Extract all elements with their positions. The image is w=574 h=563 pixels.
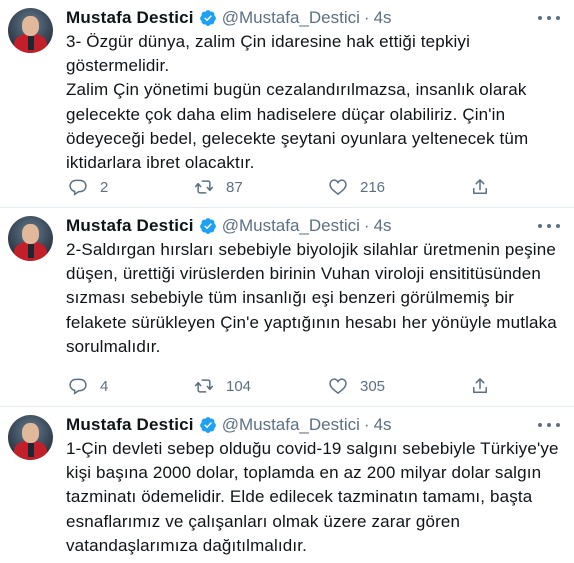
author-name[interactable]: Mustafa Destici (66, 415, 194, 435)
tweet-text: 2-Saldırgan hırsları sebebiyle biyolojik… (66, 238, 566, 359)
tweet-text: 3- Özgür dünya, zalim Çin idaresine hak … (66, 30, 566, 175)
reply-count: 2 (100, 178, 109, 196)
retweet-button[interactable]: 87 (194, 175, 243, 199)
avatar[interactable] (8, 8, 53, 53)
timestamp[interactable]: 4s (374, 8, 392, 28)
verified-badge-icon (199, 218, 216, 234)
author-handle[interactable]: @Mustafa_Destici (222, 8, 360, 28)
verified-badge-icon (199, 10, 216, 26)
author-handle[interactable]: @Mustafa_Destici (222, 415, 360, 435)
author-handle[interactable]: @Mustafa_Destici (222, 216, 360, 236)
tweet-paragraph: 2-Saldırgan hırsları sebebiyle biyolojik… (66, 240, 557, 356)
more-options-icon[interactable] (538, 218, 560, 234)
retweet-count: 87 (226, 178, 243, 196)
reply-button[interactable]: 2 (68, 175, 108, 199)
author-name[interactable]: Mustafa Destici (66, 216, 194, 236)
share-button[interactable] (470, 175, 490, 199)
like-button[interactable]: 305 (328, 374, 385, 398)
heart-icon (329, 378, 347, 395)
separator-dot: · (363, 415, 370, 434)
avatar[interactable] (8, 415, 53, 460)
like-count: 305 (360, 377, 386, 395)
tweet-paragraph: Zalim Çin yönetimi bugün cezalandırılmaz… (66, 80, 529, 173)
retweet-icon (194, 379, 214, 393)
verified-badge-icon (199, 417, 216, 433)
separator-dot: · (363, 8, 370, 27)
timeline: Mustafa Destici @Mustafa_Destici · 4s 3-… (0, 0, 574, 563)
tweet[interactable]: Mustafa Destici @Mustafa_Destici · 4s 2-… (0, 208, 574, 407)
reply-icon (69, 179, 87, 196)
avatar[interactable] (8, 216, 53, 261)
timestamp[interactable]: 4s (374, 415, 392, 435)
reply-button[interactable]: 4 (68, 374, 108, 398)
separator-dot: · (363, 216, 370, 235)
share-button[interactable] (470, 374, 490, 398)
retweet-icon (194, 180, 214, 194)
tweet-paragraph: 3- Özgür dünya, zalim Çin idaresine hak … (66, 32, 471, 76)
tweet-actions: 2 87 216 (66, 175, 496, 199)
tweet-paragraph: 1-Çin devleti sebep olduğu covid-19 salg… (66, 439, 559, 555)
share-icon (473, 378, 487, 393)
tweet[interactable]: Mustafa Destici @Mustafa_Destici · 4s 1-… (0, 407, 574, 563)
like-button[interactable]: 216 (328, 175, 385, 199)
heart-icon (329, 179, 347, 196)
tweet-text: 1-Çin devleti sebep olduğu covid-19 salg… (66, 437, 566, 558)
timestamp[interactable]: 4s (374, 216, 392, 236)
like-count: 216 (360, 178, 386, 196)
more-options-icon[interactable] (538, 10, 560, 26)
more-options-icon[interactable] (538, 417, 560, 433)
share-icon (473, 179, 487, 194)
tweet[interactable]: Mustafa Destici @Mustafa_Destici · 4s 3-… (0, 0, 574, 208)
author-name[interactable]: Mustafa Destici (66, 8, 194, 28)
reply-icon (69, 378, 87, 395)
reply-count: 4 (100, 377, 109, 395)
retweet-button[interactable]: 104 (194, 374, 251, 398)
tweet-actions: 4 104 305 (66, 374, 496, 398)
retweet-count: 104 (226, 377, 252, 395)
